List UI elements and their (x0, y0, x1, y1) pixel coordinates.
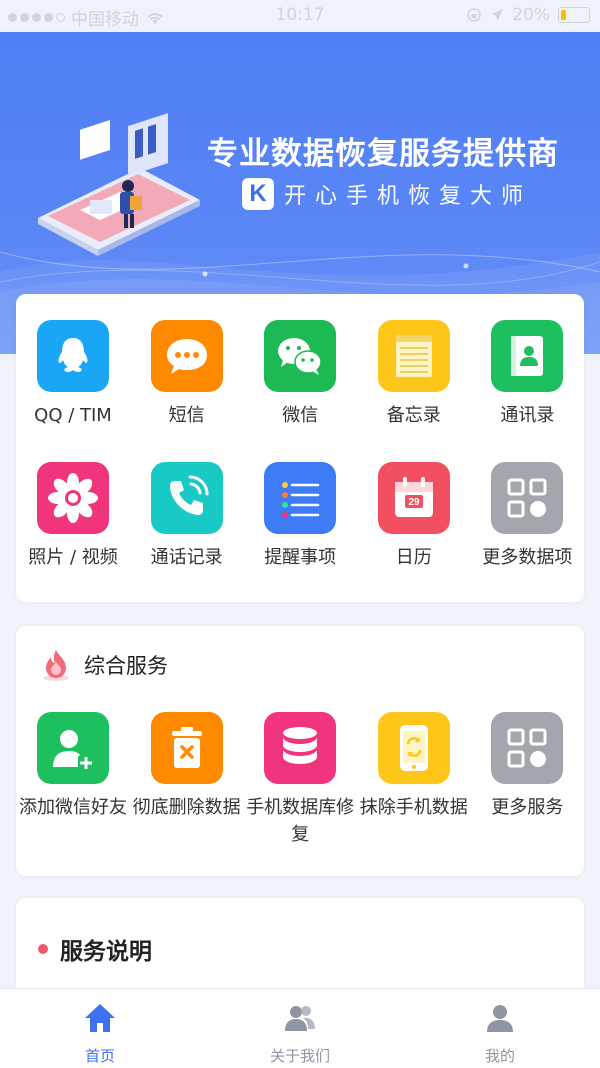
bottom-tab-bar: 首页 关于我们 我的 (0, 988, 600, 1068)
data-item-more-grid[interactable]: 更多数据项 (470, 462, 584, 571)
service-item-trash[interactable]: 彻底删除数据 (130, 712, 244, 821)
service-item-database[interactable]: 手机数据库修复 (243, 712, 357, 848)
sms-icon (150, 320, 223, 392)
battery-percent: 20% (512, 5, 550, 25)
item-label: 更多服务 (491, 797, 564, 818)
more-grid-icon (491, 462, 564, 534)
location-icon (491, 9, 504, 21)
rotation-lock-icon (467, 8, 481, 22)
service-item-erase-phone[interactable]: 抹除手机数据 (357, 712, 471, 821)
service-description-header: 服务说明 (38, 932, 152, 966)
tab-home-label: 首页 (84, 1047, 115, 1065)
item-label: QQ / TIM (34, 405, 112, 426)
app-logo: K (242, 178, 274, 210)
data-item-contacts[interactable]: 通讯录 (470, 320, 584, 429)
contacts-icon (491, 320, 564, 392)
item-label: 更多数据项 (482, 547, 573, 568)
user-icon (487, 1005, 513, 1032)
item-label: 提醒事项 (264, 547, 337, 568)
service-item-add-friend[interactable]: 添加微信好友 (16, 712, 130, 821)
item-label: 手机数据库修复 (246, 797, 355, 845)
banner-illustration (38, 113, 200, 256)
data-item-memo[interactable]: 备忘录 (357, 320, 471, 429)
services-header: 综合服务 (40, 648, 168, 682)
svg-text:29: 29 (408, 497, 420, 508)
bullet-dot-icon (38, 944, 48, 954)
reminder-list-icon (264, 462, 337, 534)
wechat-icon (264, 320, 337, 392)
tab-mine-label: 我的 (484, 1047, 515, 1065)
data-item-calendar[interactable]: 29 日历 (357, 462, 471, 571)
battery-icon (558, 7, 590, 23)
data-types-card: QQ / TIM 短信 微信 备忘录 通讯录照片 / 视频 通话记录 提醒事项 29 日历 更多数… (16, 294, 584, 602)
brand-row: K 开心手机恢复大师 (242, 178, 532, 210)
item-label: 照片 / 视频 (28, 547, 118, 568)
data-item-reminder-list[interactable]: 提醒事项 (243, 462, 357, 571)
tab-about-label: 关于我们 (269, 1047, 330, 1065)
services-card: 综合服务 添加微信好友 彻底删除数据 手机数据库修复 抹除手机数据 更多服务 (16, 626, 584, 876)
data-item-call-log[interactable]: 通话记录 (130, 462, 244, 571)
data-item-wechat[interactable]: 微信 (243, 320, 357, 429)
tab-home[interactable]: 首页 (0, 989, 200, 1068)
calendar-icon: 29 (377, 462, 450, 534)
people-icon (285, 1006, 315, 1031)
service-item-more-grid[interactable]: 更多服务 (470, 712, 584, 821)
memo-icon (377, 320, 450, 392)
item-label: 添加微信好友 (19, 797, 127, 818)
call-log-icon (150, 462, 223, 534)
home-icon (85, 1004, 115, 1032)
qq-icon (37, 320, 109, 392)
tab-mine[interactable]: 我的 (400, 989, 600, 1068)
item-label: 备忘录 (386, 405, 441, 426)
data-item-qq[interactable]: QQ / TIM (16, 320, 130, 429)
flame-icon (43, 650, 69, 681)
brand-name: 开心手机恢复大师 (284, 184, 533, 209)
trash-icon (150, 712, 223, 784)
database-icon (264, 712, 337, 784)
item-label: 微信 (282, 405, 319, 426)
item-label: 通讯录 (500, 405, 555, 426)
item-label: 日历 (395, 547, 432, 568)
services-title: 综合服务 (84, 654, 168, 678)
photo-flower-icon (37, 462, 109, 534)
item-label: 彻底删除数据 (132, 797, 241, 818)
tab-about-us[interactable]: 关于我们 (200, 989, 400, 1068)
item-label: 通话记录 (150, 547, 223, 568)
add-friend-icon (37, 712, 109, 784)
item-label: 抹除手机数据 (359, 797, 468, 818)
erase-phone-icon (377, 712, 450, 784)
status-right: 20% (466, 5, 590, 25)
more-grid-icon (491, 712, 564, 784)
data-item-photo-flower[interactable]: 照片 / 视频 (16, 462, 130, 571)
service-description-title: 服务说明 (60, 939, 152, 965)
status-bar: 中国移动 10:17 20% (0, 0, 600, 32)
banner-title: 专业数据恢复服务提供商 (207, 136, 559, 172)
item-label: 短信 (168, 405, 205, 426)
data-item-sms[interactable]: 短信 (130, 320, 244, 429)
